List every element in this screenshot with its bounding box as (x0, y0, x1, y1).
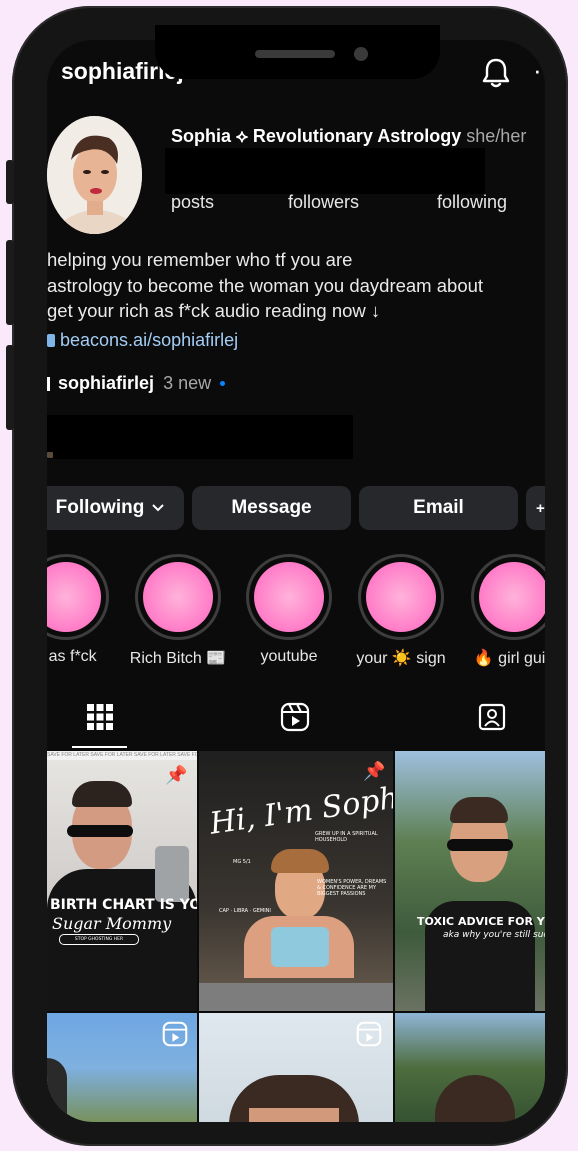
app-screen: sophiafirlej · Sophia ⟡ Revolutionary As… (47, 40, 545, 1122)
email-button[interactable]: Email (359, 486, 518, 530)
story-highlight[interactable] (471, 554, 545, 640)
display-name: Sophia ⟡ Revolutionary Astrology she/her (171, 126, 526, 147)
pin-icon: 📌 (165, 765, 188, 785)
following-stat-label[interactable]: following (437, 192, 507, 213)
threads-new-count: 3 new (163, 373, 212, 393)
post-image (271, 849, 329, 873)
post-image (67, 825, 133, 837)
following-button[interactable]: Following (47, 486, 184, 530)
bio-link-text: beacons.ai/sophiafirlej (60, 330, 239, 350)
message-button[interactable]: Message (192, 486, 351, 530)
tagged-icon[interactable] (477, 702, 507, 732)
story-highlight[interactable] (47, 554, 109, 640)
bio-link[interactable]: beacons.ai/sophiafirlej (47, 330, 238, 351)
highlight-label: youtube (260, 648, 318, 665)
pronouns: she/her (466, 126, 527, 146)
speaker-grille (255, 50, 335, 58)
message-label: Message (231, 497, 312, 518)
post-image (447, 839, 513, 851)
threads-handle: sophiafirlej (58, 373, 155, 393)
post-image (155, 846, 189, 902)
pin-icon: 📌 (363, 761, 386, 781)
bio-line: get your rich as f*ck audio reading now … (47, 300, 381, 321)
reels-icon[interactable] (280, 702, 310, 732)
highlight-label: Rich Bitch 📰 (129, 650, 227, 667)
volume-down-button (6, 345, 14, 430)
reel-indicator-icon (356, 1021, 382, 1047)
email-label: Email (413, 497, 464, 518)
following-label: Following (55, 497, 145, 518)
followed-by-avatar-fragment (47, 452, 53, 458)
followers-stat-label[interactable]: followers (288, 192, 359, 213)
highlight-label: 🔥 girl guid (473, 650, 545, 667)
threads-badge[interactable]: sophiafirlej 3 new (47, 373, 226, 394)
mute-switch (6, 160, 14, 204)
story-highlight[interactable] (246, 554, 332, 640)
avatar[interactable] (47, 116, 142, 234)
grid-post[interactable]: 📌 Hi, I'm Sophia. GREW UP IN A SPIRITUAL… (199, 751, 393, 1011)
post-script-text: Sugar Mommy (52, 914, 172, 933)
bell-icon[interactable] (479, 56, 513, 90)
grid-post[interactable]: TOXIC ADVICE FOR YOUR NORTH aka why you'… (395, 751, 545, 1011)
grid-post[interactable] (47, 1013, 197, 1122)
story-highlight[interactable] (135, 554, 221, 640)
post-image (199, 983, 393, 1011)
post-image (435, 1075, 515, 1122)
active-tab-indicator (72, 746, 127, 748)
bio: helping you remember who tf you are astr… (47, 247, 483, 324)
post-image (249, 1108, 339, 1122)
post-note: WOMEN'S POWER, DREAMS & CONFIDENCE ARE M… (317, 879, 387, 897)
highlight-label: h as f*ck (47, 648, 97, 665)
redacted-stats (165, 148, 485, 194)
posts-stat-label[interactable]: posts (171, 192, 214, 213)
threads-icon (47, 377, 50, 391)
post-ticker: SAVE FOR LATER SAVE FOR LATER SAVE FOR L… (47, 751, 197, 760)
post-image (271, 927, 329, 967)
grid-post[interactable] (395, 1013, 545, 1122)
post-headline: BIRTH CHART IS YOUR (50, 897, 197, 913)
link-icon (47, 334, 55, 347)
post-image (72, 781, 132, 807)
display-name-text: Sophia ⟡ Revolutionary Astrology (171, 126, 462, 146)
post-image (450, 797, 508, 823)
grid-icon[interactable] (85, 702, 115, 732)
new-dot (220, 381, 226, 386)
post-cta: STOP GHOSTING HER (59, 934, 139, 945)
add-user-icon: + (536, 499, 545, 517)
post-headline: TOXIC ADVICE FOR YOUR NORTH (417, 915, 545, 928)
post-subtext: aka why you're still suck. (443, 930, 545, 940)
post-note: MG 5/1 (233, 859, 251, 865)
grid-post[interactable]: SAVE FOR LATER SAVE FOR LATER SAVE FOR L… (47, 751, 197, 1011)
reel-indicator-icon (162, 1021, 188, 1047)
add-user-button[interactable]: + (526, 486, 545, 530)
post-image (47, 1058, 67, 1122)
grid-post[interactable] (199, 1013, 393, 1122)
redacted-followed-by (47, 415, 353, 459)
device-notch (155, 25, 440, 79)
post-note: CAP · LIBRA · GEMINI (219, 908, 271, 914)
highlight-label: your ☀️ sign (356, 650, 446, 667)
bio-line: helping you remember who tf you are (47, 249, 353, 270)
volume-up-button (6, 240, 14, 325)
front-camera (354, 47, 368, 61)
more-icon[interactable]: · (533, 57, 542, 83)
story-highlight[interactable] (358, 554, 444, 640)
chevron-down-icon (152, 504, 165, 512)
bio-line: astrology to become the woman you daydre… (47, 274, 484, 296)
post-note: GREW UP IN A SPIRITUAL HOUSEHOLD (315, 831, 378, 843)
